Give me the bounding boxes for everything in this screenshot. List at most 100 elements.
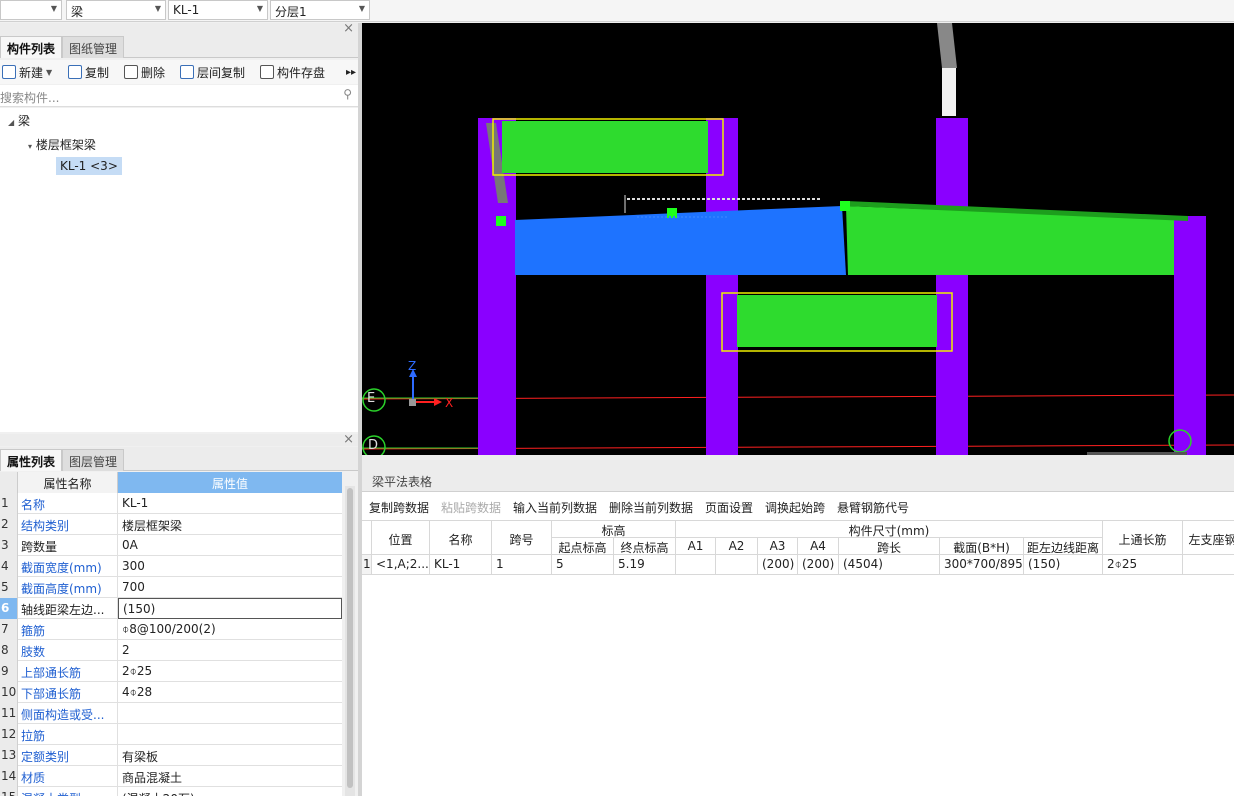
grid-cell[interactable]: (150) <box>1024 555 1103 575</box>
column-2[interactable] <box>706 118 738 455</box>
save-component-button[interactable]: 构件存盘 <box>260 60 325 84</box>
grid-cell[interactable]: <1,A;2... <box>372 555 430 575</box>
search-icon[interactable]: ⚲ <box>343 87 352 101</box>
close-icon[interactable]: × <box>343 432 354 447</box>
grid-cell[interactable]: 5 <box>552 555 614 575</box>
property-row[interactable]: 10 下部通长筋 4⌽28 <box>0 682 342 703</box>
property-row[interactable]: 6 轴线距梁左边... (150) <box>0 598 342 619</box>
property-value[interactable]: (150) <box>118 598 342 619</box>
new-button[interactable]: 新建 ▼ <box>2 60 52 84</box>
tree-root[interactable]: ◢ 梁 <box>8 112 30 129</box>
property-row-number: 15 <box>0 787 18 796</box>
search-input[interactable]: 搜索构件... ⚲ <box>0 85 358 107</box>
grid-cell[interactable]: (200) <box>758 555 798 575</box>
property-row[interactable]: 3 跨数量 0A <box>0 535 342 556</box>
property-row[interactable]: 7 箍筋 ⌽8@100/200(2) <box>0 619 342 640</box>
property-row[interactable]: 11 侧面构造或受... <box>0 703 342 724</box>
floor-copy-icon <box>180 65 194 79</box>
page-setup-button[interactable]: 页面设置 <box>705 499 753 516</box>
property-row[interactable]: 14 材质 商品混凝土 <box>0 766 342 787</box>
property-row[interactable]: 2 结构类别 楼层框架梁 <box>0 514 342 535</box>
property-value[interactable]: 700 <box>118 577 342 598</box>
tab-component-list[interactable]: 构件列表 <box>0 36 63 58</box>
swap-start-span-button[interactable]: 调换起始跨 <box>765 499 825 516</box>
property-value[interactable]: 4⌽28 <box>118 682 342 703</box>
property-value[interactable] <box>118 703 342 724</box>
grip-point[interactable] <box>496 216 506 226</box>
property-row[interactable]: 1 名称 KL-1 <box>0 493 342 514</box>
grid-splitter[interactable] <box>362 455 1234 468</box>
property-row-number: 3 <box>0 535 18 556</box>
property-row[interactable]: 8 肢数 2 <box>0 640 342 661</box>
property-row[interactable]: 5 截面高度(mm) 700 <box>0 577 342 598</box>
property-value[interactable]: 300 <box>118 556 342 577</box>
input-column-button[interactable]: 输入当前列数据 <box>513 499 597 516</box>
property-value[interactable]: 2⌽25 <box>118 661 342 682</box>
more-icon[interactable]: ▸▸ <box>346 60 356 84</box>
property-value[interactable]: (混凝土20石) <box>118 787 342 796</box>
grid-cell[interactable]: 2⌽25 <box>1103 555 1183 575</box>
grip-point[interactable] <box>840 201 850 211</box>
grid-cell[interactable] <box>676 555 716 575</box>
property-value[interactable]: 0A <box>118 535 342 556</box>
grid-cell[interactable] <box>716 555 758 575</box>
paste-span-button[interactable]: 粘贴跨数据 <box>441 499 501 516</box>
component-combo-value: KL-1 <box>173 3 200 17</box>
property-value[interactable]: KL-1 <box>118 493 342 514</box>
property-row-number: 8 <box>0 640 18 661</box>
property-row[interactable]: 15混凝土类型(混凝土20石) <box>0 787 342 796</box>
type-combo[interactable]: 梁 ▼ <box>66 0 166 20</box>
grid-cell[interactable]: 300*700/895 <box>940 555 1024 575</box>
property-header: 属性名称 属性值 <box>0 472 342 493</box>
grid-header: 截面(B*H) <box>940 538 1024 555</box>
floor-copy-button[interactable]: 层间复制 <box>180 60 245 84</box>
grid-header: A3 <box>758 538 798 555</box>
floor-combo[interactable]: ▼ <box>0 0 62 20</box>
drawing-viewport[interactable]: E D Z X <box>362 23 1234 455</box>
cantilever-code-button[interactable]: 悬臂钢筋代号 <box>837 499 909 516</box>
property-value[interactable]: 2 <box>118 640 342 661</box>
grid-cell[interactable]: 1 <box>492 555 552 575</box>
tab-drawing-manage[interactable]: 图纸管理 <box>62 36 125 58</box>
tab-layer-manage[interactable]: 图层管理 <box>62 449 125 471</box>
type-combo-value: 梁 <box>71 5 84 19</box>
property-row[interactable]: 12 拉筋 <box>0 724 342 745</box>
component-combo[interactable]: KL-1 ▼ <box>168 0 268 20</box>
beam-span-1[interactable] <box>515 206 846 275</box>
upper-beam[interactable] <box>502 121 708 173</box>
grid-header: 跨长 <box>839 538 940 555</box>
property-value[interactable]: 商品混凝土 <box>118 766 342 787</box>
grid-cell[interactable]: (200) <box>798 555 839 575</box>
property-value[interactable] <box>118 724 342 745</box>
tab-property-list[interactable]: 属性列表 <box>0 449 63 471</box>
component-tree: ◢ 梁 ▾ 楼层框架梁 KL-1 <3> <box>0 108 358 432</box>
property-value[interactable]: 有梁板 <box>118 745 342 766</box>
delete-column-button[interactable]: 删除当前列数据 <box>609 499 693 516</box>
delete-button[interactable]: 删除 <box>124 60 165 84</box>
property-row-number: 9 <box>0 661 18 682</box>
tree-group[interactable]: ▾ 楼层框架梁 <box>28 136 96 153</box>
column-3[interactable] <box>936 118 968 455</box>
property-value[interactable]: ⌽8@100/200(2) <box>118 619 342 640</box>
copy-span-button[interactable]: 复制跨数据 <box>369 499 429 516</box>
property-row-number: 5 <box>0 577 18 598</box>
tree-item-kl1[interactable]: KL-1 <3> <box>56 157 122 175</box>
property-value[interactable]: 楼层框架梁 <box>118 514 342 535</box>
property-row[interactable]: 9 上部通长筋 2⌽25 <box>0 661 342 682</box>
property-scrollbar[interactable] <box>345 486 355 796</box>
property-row-number: 4 <box>0 556 18 577</box>
grip-point[interactable] <box>667 208 677 218</box>
grid-cell[interactable]: 5.19 <box>614 555 676 575</box>
grid-cell[interactable]: (4504) <box>839 555 940 575</box>
column-4[interactable] <box>1174 216 1206 455</box>
property-row[interactable]: 4 截面宽度(mm) 300 <box>0 556 342 577</box>
layer-combo[interactable]: 分层1 ▼ <box>270 0 370 20</box>
scrollbar-thumb[interactable] <box>347 488 353 788</box>
property-row[interactable]: 13 定额类别 有梁板 <box>0 745 342 766</box>
save-icon <box>260 65 274 79</box>
lower-beam[interactable] <box>737 295 937 347</box>
grid-cell[interactable]: KL-1 <box>430 555 492 575</box>
slanted-rod <box>937 23 957 68</box>
copy-button[interactable]: 复制 <box>68 60 109 84</box>
grid-cell[interactable] <box>1183 555 1234 575</box>
